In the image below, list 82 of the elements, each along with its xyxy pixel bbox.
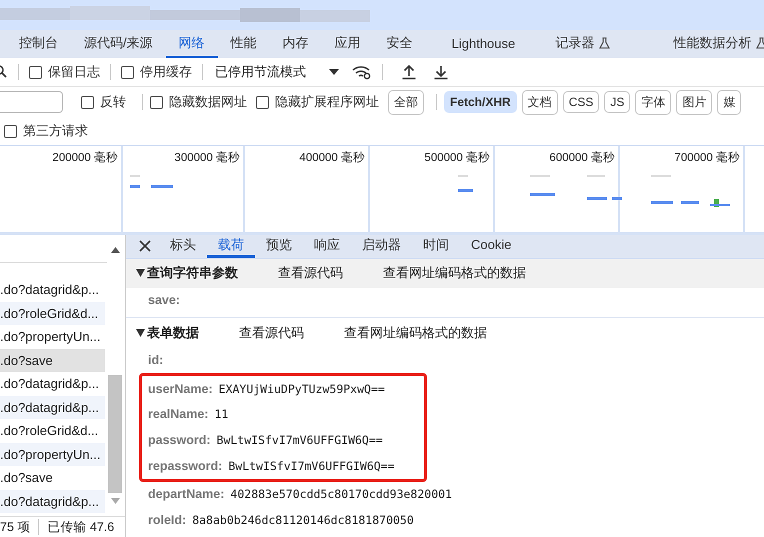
view-source-link[interactable]: 查看源代码 <box>278 264 343 282</box>
checkbox-label: 保留日志 <box>48 63 100 81</box>
expand-triangle-icon[interactable] <box>136 328 145 337</box>
panel-tab[interactable]: 性能数据分析 <box>660 30 764 58</box>
close-icon[interactable] <box>139 240 151 252</box>
filter-chip[interactable]: Fetch/XHR <box>444 91 517 113</box>
field-value: EXAYUjWiuDPyTUzw59PxwQ== <box>218 382 385 396</box>
panel-tab[interactable]: Lighthouse <box>426 30 542 58</box>
request-row[interactable]: .do?roleGrid&d... <box>0 302 105 325</box>
checkbox[interactable] <box>81 96 94 108</box>
upload-icon[interactable] <box>401 64 417 80</box>
request-row[interactable]: .do?save <box>0 348 105 372</box>
time-tick-label: 300000 毫秒 <box>174 150 240 165</box>
field-key: userName: <box>148 382 213 396</box>
panel-tab[interactable]: 网络 <box>166 30 218 58</box>
filter-field[interactable] <box>0 91 63 113</box>
caret-icon[interactable] <box>328 68 340 76</box>
panel-tab[interactable]: 应用 <box>322 30 374 58</box>
checkbox[interactable] <box>256 96 269 108</box>
filter-chip[interactable]: 文档 <box>522 90 558 114</box>
checkbox-label: 停用缓存 <box>140 63 192 81</box>
filter-chip[interactable]: 图片 <box>676 90 712 114</box>
detail-tab[interactable]: 响应 <box>303 235 351 258</box>
filter-chip[interactable]: JS <box>604 91 630 113</box>
request-row[interactable]: .do?datagrid&p... <box>0 396 105 419</box>
detail-tab[interactable]: 启动器 <box>351 235 412 258</box>
section-header[interactable]: 查询字符串参数 查看源代码 查看网址编码格式的数据 <box>126 258 764 288</box>
panel-tab[interactable]: 源代码/来源 <box>71 30 166 58</box>
field-key: password: <box>148 433 211 448</box>
scroll-up-icon[interactable] <box>111 247 120 253</box>
checkbox[interactable] <box>150 96 163 108</box>
field-key: repassword: <box>148 458 222 473</box>
search-icon[interactable] <box>0 65 8 79</box>
checkbox-label: 隐藏数据网址 <box>169 93 247 111</box>
panel-tab[interactable]: 安全 <box>374 30 426 58</box>
throttling-select[interactable]: 已停用节流模式 <box>215 63 306 81</box>
field-value: 11 <box>214 407 228 422</box>
field-key: id: <box>148 353 164 368</box>
filter-chip[interactable]: CSS <box>562 91 600 113</box>
field-key: save: <box>148 293 180 308</box>
detail-tab[interactable]: 预览 <box>255 235 303 258</box>
time-tick-label: 500000 毫秒 <box>424 150 490 165</box>
time-tick-label: 200000 毫秒 <box>52 150 118 165</box>
panel-tab[interactable]: 控制台 <box>6 30 71 58</box>
checkbox-label: 反转 <box>100 93 126 111</box>
filter-chip[interactable]: 媒 <box>717 90 742 114</box>
time-tick-label: 400000 毫秒 <box>299 150 365 165</box>
request-count: 75 项 <box>0 518 30 536</box>
checkbox-label: 第三方请求 <box>23 122 88 140</box>
checkbox[interactable] <box>4 124 17 138</box>
view-encoded-link[interactable]: 查看网址编码格式的数据 <box>383 264 526 282</box>
section-title: 查询字符串参数 <box>147 264 238 282</box>
time-tick-label: 600000 毫秒 <box>549 150 615 165</box>
field-value: BwLtwISfvI7mV6UFFGIW6Q== <box>216 433 383 448</box>
section-header[interactable]: 表单数据 查看源代码 查看网址编码格式的数据 <box>126 318 764 348</box>
request-row[interactable]: .do?datagrid&p... <box>0 490 105 513</box>
panel-tab[interactable]: 内存 <box>270 30 322 58</box>
detail-tab[interactable]: Cookie <box>460 235 522 258</box>
panel-tab[interactable]: 性能 <box>218 30 270 58</box>
filter-chip[interactable]: 全部 <box>388 90 424 114</box>
field-value: BwLtwISfvI7mV6UFFGIW6Q== <box>228 458 395 473</box>
detail-tab[interactable]: 时间 <box>412 235 460 258</box>
view-source-link[interactable]: 查看源代码 <box>239 324 304 342</box>
view-encoded-link[interactable]: 查看网址编码格式的数据 <box>344 324 487 342</box>
checkbox-label: 隐藏扩展程序网址 <box>275 93 379 111</box>
expand-triangle-icon[interactable] <box>136 269 145 277</box>
field-value: 402883e570cdd5c80170cdd93e820001 <box>230 487 452 502</box>
field-value: 8a8ab0b246dc81120146dc8181870050 <box>192 513 414 528</box>
detail-tab[interactable]: 标头 <box>159 235 207 258</box>
transferred-size: 已传输 47.6 <box>47 518 114 536</box>
field-key: roleId: <box>148 513 186 528</box>
panel-tab[interactable]: 记录器 <box>542 30 660 58</box>
filter-chip[interactable]: 字体 <box>635 90 672 114</box>
checkbox[interactable] <box>29 66 42 78</box>
download-icon[interactable] <box>433 64 449 80</box>
section-title: 表单数据 <box>147 324 199 342</box>
time-tick-label: 700000 毫秒 <box>674 150 740 165</box>
field-key: departName: <box>148 487 224 502</box>
wifi-gear-icon[interactable] <box>352 64 372 80</box>
field-key: realName: <box>148 407 208 422</box>
checkbox[interactable] <box>121 66 134 78</box>
request-row[interactable]: .do?propertyUn... <box>0 442 105 466</box>
